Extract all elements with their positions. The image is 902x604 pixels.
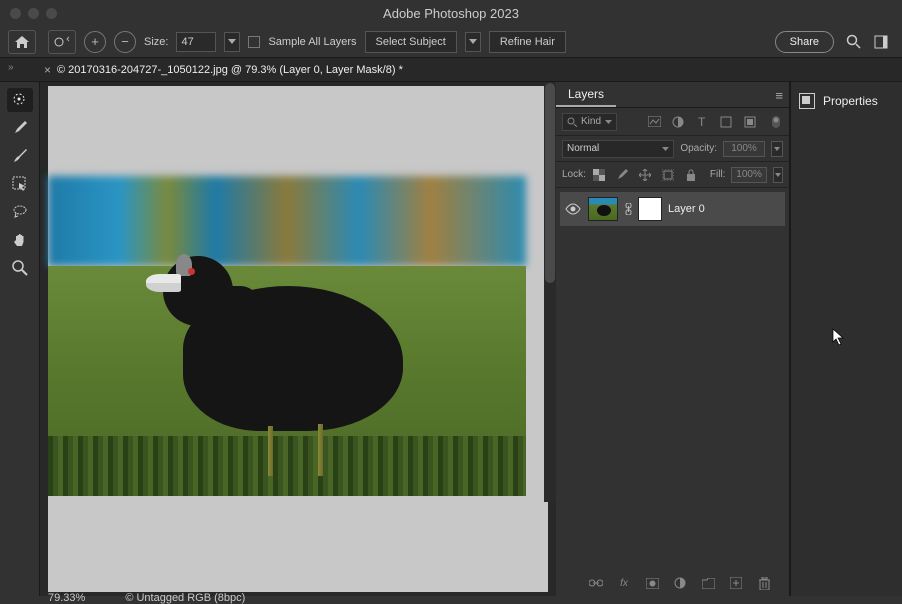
link-layers-icon[interactable]: [589, 576, 603, 590]
fill-input[interactable]: 100%: [731, 167, 766, 183]
minimize-window-icon[interactable]: [28, 8, 39, 19]
sample-all-layers-label: Sample All Layers: [268, 36, 356, 48]
canvas-area: 79.33% © Untagged RGB (8bpc): [40, 82, 556, 596]
layer-filter-kind-dropdown[interactable]: Kind: [562, 113, 617, 131]
blend-mode-dropdown[interactable]: Normal: [562, 140, 674, 158]
properties-label: Properties: [823, 94, 878, 108]
opacity-input[interactable]: 100%: [723, 141, 765, 157]
add-mask-icon[interactable]: [645, 576, 659, 590]
visibility-toggle-icon[interactable]: [564, 200, 582, 218]
layers-bottom-toolbar: fx: [570, 576, 790, 590]
photo-content: [48, 176, 526, 496]
layers-panel: Layers ≡ Kind T: [556, 82, 790, 596]
document-tab-bar: » × © 20170316-204727-_1050122.jpg @ 79.…: [0, 58, 902, 82]
layer-row[interactable]: Layer 0: [560, 192, 785, 226]
lock-image-icon[interactable]: [615, 168, 629, 182]
select-subject-dropdown[interactable]: [465, 32, 481, 52]
filter-shape-icon[interactable]: [719, 115, 733, 129]
size-label: Size:: [144, 36, 168, 48]
options-bar: + − Size: Sample All Layers Select Subje…: [0, 26, 902, 58]
layer-thumbnail[interactable]: [588, 197, 618, 221]
lasso-tool[interactable]: [7, 200, 33, 224]
workspace-switcher-button[interactable]: [872, 31, 894, 53]
adjustment-layer-icon[interactable]: [673, 576, 687, 590]
close-tab-icon[interactable]: ×: [44, 63, 51, 77]
size-dropdown-button[interactable]: [224, 32, 240, 52]
opacity-dropdown[interactable]: [771, 141, 783, 157]
brush-size-input[interactable]: [176, 32, 216, 52]
layer-name[interactable]: Layer 0: [668, 203, 705, 215]
panel-menu-icon[interactable]: ≡: [775, 88, 783, 103]
hand-tool[interactable]: [7, 228, 33, 252]
add-selection-button[interactable]: +: [84, 31, 106, 53]
brush-preview-button[interactable]: [48, 30, 76, 54]
zoom-level[interactable]: 79.33%: [48, 592, 85, 604]
subtract-selection-button[interactable]: −: [114, 31, 136, 53]
filter-type-icon[interactable]: T: [695, 115, 709, 129]
right-collapsed-panels: Properties: [790, 82, 902, 596]
fill-dropdown[interactable]: [773, 167, 783, 183]
maximize-window-icon[interactable]: [46, 8, 57, 19]
filter-toggle-icon[interactable]: [769, 115, 783, 129]
filter-smart-icon[interactable]: [743, 115, 757, 129]
window-controls: [10, 8, 57, 19]
fill-label: Fill:: [710, 169, 726, 180]
paintbrush-tool[interactable]: [7, 144, 33, 168]
layer-fx-icon[interactable]: fx: [617, 576, 631, 590]
layer-mask-thumbnail[interactable]: [638, 197, 662, 221]
mask-link-icon[interactable]: [624, 202, 632, 216]
object-selection-tool[interactable]: [7, 172, 33, 196]
app-title: Adobe Photoshop 2023: [383, 6, 519, 21]
sample-all-layers-checkbox[interactable]: [248, 36, 260, 48]
document-canvas[interactable]: [48, 86, 548, 592]
title-bar: Adobe Photoshop 2023: [0, 0, 902, 26]
lock-label: Lock:: [562, 169, 586, 180]
color-profile-label: © Untagged RGB (8bpc): [125, 592, 245, 604]
close-window-icon[interactable]: [10, 8, 21, 19]
properties-icon: [799, 93, 815, 109]
vertical-scrollbar[interactable]: [544, 82, 556, 502]
status-bar: 79.33% © Untagged RGB (8bpc): [48, 592, 245, 604]
share-button[interactable]: Share: [775, 31, 834, 53]
select-subject-button[interactable]: Select Subject: [365, 31, 457, 53]
zoom-tool[interactable]: [7, 256, 33, 280]
expand-toolbox-icon[interactable]: »: [8, 62, 14, 73]
toolbox: [0, 82, 40, 596]
lock-artboard-icon[interactable]: [661, 168, 675, 182]
properties-panel-tab[interactable]: Properties: [791, 86, 902, 116]
filter-adjustment-icon[interactable]: [671, 115, 685, 129]
document-tab[interactable]: × © 20170316-204727-_1050122.jpg @ 79.3%…: [44, 59, 403, 81]
brush-tool[interactable]: [7, 116, 33, 140]
layers-tab[interactable]: Layers: [556, 82, 616, 107]
lock-all-icon[interactable]: [684, 168, 698, 182]
lock-transparency-icon[interactable]: [592, 168, 606, 182]
new-layer-icon[interactable]: [729, 576, 743, 590]
opacity-label: Opacity:: [680, 143, 717, 154]
document-tab-title: © 20170316-204727-_1050122.jpg @ 79.3% (…: [57, 64, 403, 76]
refine-hair-button[interactable]: Refine Hair: [489, 31, 566, 53]
search-button[interactable]: [842, 31, 864, 53]
lock-position-icon[interactable]: [638, 168, 652, 182]
home-button[interactable]: [8, 30, 36, 54]
new-group-icon[interactable]: [701, 576, 715, 590]
quick-selection-tool[interactable]: [7, 88, 33, 112]
delete-layer-icon[interactable]: [757, 576, 771, 590]
svg-text:T: T: [698, 116, 706, 127]
filter-pixel-icon[interactable]: [647, 115, 661, 129]
